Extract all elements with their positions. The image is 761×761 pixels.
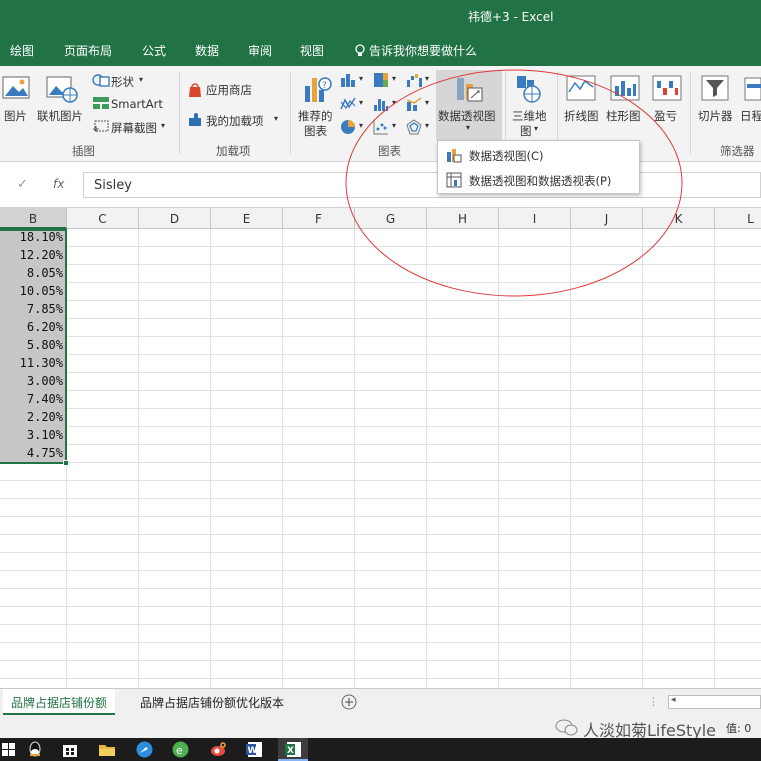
red-annotation-ellipse xyxy=(345,69,683,297)
ie-browser-icon[interactable]: e xyxy=(172,741,189,758)
word-icon[interactable]: W xyxy=(246,741,263,758)
excel-icon: X xyxy=(285,742,301,757)
tab-splitter[interactable]: ⋮ xyxy=(648,695,659,708)
windows-taskbar: e W X xyxy=(0,738,761,761)
store-taskbar-icon[interactable] xyxy=(62,741,78,758)
svg-text:W: W xyxy=(248,746,258,756)
svg-text:X: X xyxy=(287,746,294,756)
sheet-tabs-bar: 品牌占据店铺份额 品牌占据店铺份额优化版本 ⋮ ◂ xyxy=(0,688,761,716)
status-value: 值: 0 xyxy=(726,722,752,735)
sheet-tab-active[interactable]: 品牌占据店铺份额 xyxy=(3,689,116,715)
scroll-left-icon[interactable]: ◂ xyxy=(671,695,676,705)
sheet-tab[interactable]: 品牌占据店铺份额优化版本 xyxy=(132,689,292,715)
weibo-icon[interactable] xyxy=(210,741,227,758)
horizontal-scrollbar[interactable]: ◂ xyxy=(668,695,761,709)
plus-icon[interactable] xyxy=(341,694,357,710)
browser-icon[interactable] xyxy=(136,741,153,758)
qq-icon[interactable] xyxy=(27,741,43,758)
svg-text:e: e xyxy=(176,744,183,757)
windows-start-icon[interactable] xyxy=(2,742,16,757)
excel-window: 祎德+3 - Excel 绘图 页面布局 公式 数据 审阅 视图 告诉我你想要做… xyxy=(0,0,761,761)
status-bar: 人淡如菊LifeStyle 值: 0 xyxy=(0,716,761,740)
file-explorer-icon[interactable] xyxy=(98,742,116,757)
excel-taskbar-slot[interactable]: X xyxy=(278,738,308,761)
wechat-icon xyxy=(555,719,578,736)
